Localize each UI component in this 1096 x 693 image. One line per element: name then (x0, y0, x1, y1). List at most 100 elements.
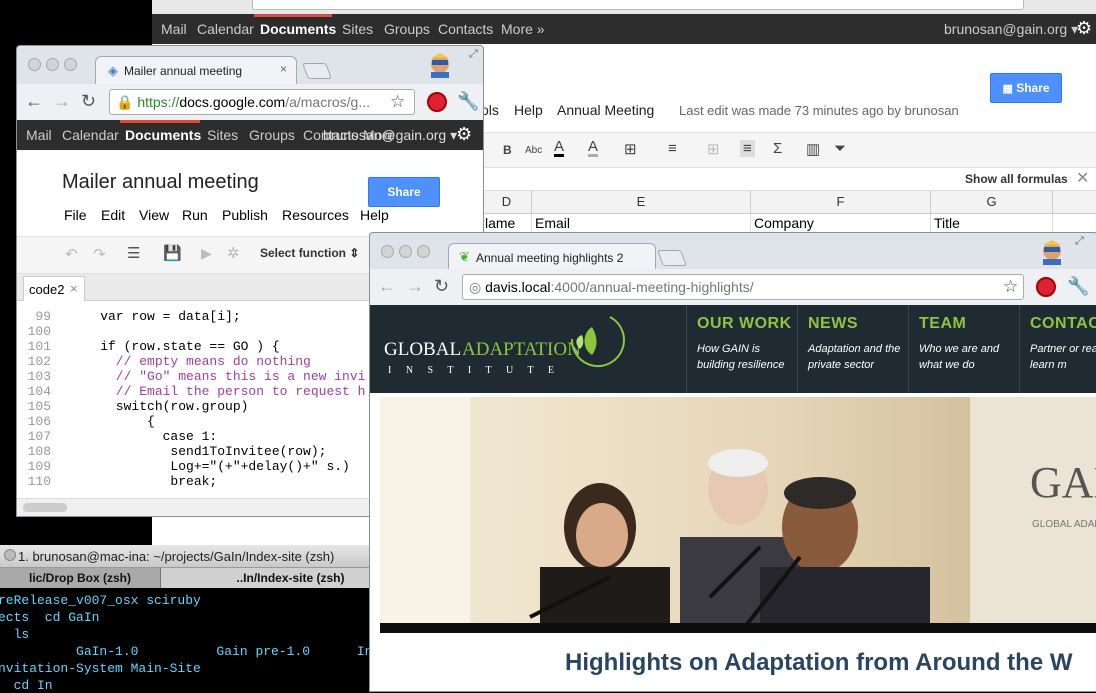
bookmark-star-icon[interactable]: ☆ (390, 90, 405, 114)
browser-tab[interactable]: ◈ Mailer annual meeting × (95, 56, 297, 85)
terminal-line: ls (0, 627, 30, 642)
back-icon[interactable]: ← (25, 91, 43, 112)
gbar-contacts[interactable]: Contacts (438, 21, 493, 37)
gbar-more[interactable]: More » (501, 21, 545, 37)
fullscreen-icon[interactable]: ⤢ (469, 48, 478, 61)
menu-annual-meeting[interactable]: Annual Meeting (557, 102, 654, 118)
code-line: if (row.state == GO ) { (69, 339, 280, 354)
cell-e1[interactable]: Email (532, 214, 751, 232)
menu-help[interactable]: Help (514, 102, 543, 118)
menu-file[interactable]: File (64, 207, 87, 223)
gbar-calendar[interactable]: Calendar (62, 127, 119, 143)
strikethrough-icon[interactable]: Abc (525, 145, 542, 156)
account-menu[interactable]: brunosan@gain.org ▾ (323, 127, 457, 144)
zoom-window-button[interactable] (417, 245, 430, 258)
menu-run[interactable]: Run (182, 207, 208, 223)
indent-icon[interactable]: ☰ (127, 244, 140, 262)
borders-icon[interactable]: ⊞ (624, 140, 637, 158)
close-window-button[interactable] (4, 549, 16, 561)
bookmark-star-icon[interactable]: ☆ (1003, 275, 1018, 299)
sum-icon[interactable]: Σ (773, 140, 782, 157)
chart-icon[interactable]: ▥ (806, 140, 820, 158)
menu-publish[interactable]: Publish (222, 207, 268, 223)
wrap-icon[interactable]: ≡ (740, 140, 755, 157)
cell-d1[interactable]: lame (482, 214, 532, 232)
gbar-sites[interactable]: Sites (342, 21, 373, 37)
cell-g1[interactable]: Title (931, 214, 1053, 232)
line-number: 104 (27, 384, 51, 399)
gbar-groups[interactable]: Groups (384, 21, 430, 37)
close-icon[interactable]: ✕ (1076, 168, 1089, 188)
align-icon[interactable]: ≡ (668, 140, 677, 157)
line-number: 107 (27, 429, 51, 444)
forward-icon[interactable]: → (406, 276, 424, 297)
select-function-dropdown[interactable]: Select function ⇕ (260, 246, 359, 260)
menu-help[interactable]: Help (360, 207, 389, 223)
file-tab-code2[interactable]: code2 × (23, 276, 85, 301)
browser-tab[interactable]: ❦ Annual meeting highlights 2 (448, 243, 656, 272)
column-header-e[interactable]: E (532, 191, 751, 214)
back-icon[interactable]: ← (378, 276, 396, 297)
run-icon[interactable]: ▶ (201, 245, 212, 262)
redo-icon[interactable]: ↷ (93, 245, 106, 263)
menu-view[interactable]: View (139, 207, 169, 223)
undo-icon[interactable]: ↶ (65, 245, 78, 263)
nav-team[interactable]: TEAM Who we are and what we do (908, 305, 1019, 393)
column-header-f[interactable]: F (751, 191, 931, 214)
gbar-mail[interactable]: Mail (161, 21, 187, 37)
profile-avatar-icon[interactable] (427, 52, 453, 78)
gear-icon[interactable]: ⚙ (456, 124, 472, 145)
nav-our-work[interactable]: OUR WORK How GAIN is building resilience (686, 305, 797, 393)
fill-color-icon[interactable]: A (588, 139, 599, 157)
file-tab-close-icon[interactable]: × (70, 281, 78, 296)
tab-close-icon[interactable]: × (280, 62, 287, 76)
close-window-button[interactable] (381, 245, 394, 258)
zoom-window-button[interactable] (64, 58, 77, 71)
nav-news[interactable]: NEWS Adaptation and the private sector (797, 305, 908, 393)
bold-icon[interactable]: B (503, 143, 512, 157)
adblock-icon[interactable] (427, 92, 447, 112)
terminal-tab-dropbox[interactable]: lic/Drop Box (zsh) (0, 568, 161, 588)
menu-edit[interactable]: Edit (101, 207, 125, 223)
wrench-icon[interactable]: 🔧 (1067, 276, 1089, 297)
share-button[interactable]: ▦ Share (990, 73, 1062, 103)
gbar-documents[interactable]: Documents (260, 21, 336, 37)
menu-resources[interactable]: Resources (282, 207, 349, 223)
cell-f1[interactable]: Company (751, 214, 931, 232)
save-icon[interactable]: 💾 (163, 244, 182, 262)
account-menu[interactable]: brunosan@gain.org ▾ (944, 21, 1078, 38)
new-tab-button[interactable] (302, 63, 332, 79)
gbar-groups[interactable]: Groups (249, 127, 295, 143)
gain-logo[interactable]: GLOBAL ADAPTATION I N S T I T U T E (384, 316, 684, 377)
reload-icon[interactable]: ↻ (434, 276, 449, 297)
adblock-icon[interactable] (1036, 277, 1056, 297)
merge-icon[interactable]: ⊞ (707, 140, 720, 158)
gbar-sites[interactable]: Sites (207, 127, 238, 143)
minimize-window-button[interactable] (46, 58, 59, 71)
address-bar[interactable]: ◎ davis.local:4000/annual-meeting-highli… (462, 274, 1024, 300)
project-title[interactable]: Mailer annual meeting (62, 171, 259, 194)
show-all-formulas[interactable]: Show all formulas (965, 172, 1068, 186)
close-window-button[interactable] (28, 58, 41, 71)
wrench-icon[interactable]: 🔧 (457, 91, 479, 112)
gbar-mail[interactable]: Mail (26, 127, 52, 143)
reload-icon[interactable]: ↻ (81, 91, 96, 112)
new-tab-button[interactable] (657, 250, 687, 266)
nav-contact[interactable]: CONTACT Partner or rea out to learn m (1019, 305, 1096, 393)
profile-avatar-icon[interactable] (1039, 239, 1065, 265)
column-header-h[interactable] (1053, 191, 1096, 214)
column-header-d[interactable]: D (482, 191, 532, 214)
address-bar[interactable]: 🔒 https://docs.google.com/a/macros/g... … (109, 89, 415, 115)
minimize-window-button[interactable] (399, 245, 412, 258)
address-bar[interactable] (252, 0, 1024, 10)
column-header-g[interactable]: G (931, 191, 1053, 214)
text-color-icon[interactable]: A (554, 139, 565, 157)
filter-icon[interactable]: ⏷ (834, 140, 846, 157)
forward-icon[interactable]: → (53, 91, 71, 112)
gbar-documents[interactable]: Documents (125, 127, 201, 143)
share-button[interactable]: Share (368, 177, 440, 207)
fullscreen-icon[interactable]: ⤢ (1075, 235, 1084, 248)
debug-bug-icon[interactable]: ✲ (227, 244, 240, 262)
gbar-calendar[interactable]: Calendar (197, 21, 254, 37)
gear-icon[interactable]: ⚙ (1076, 18, 1092, 39)
